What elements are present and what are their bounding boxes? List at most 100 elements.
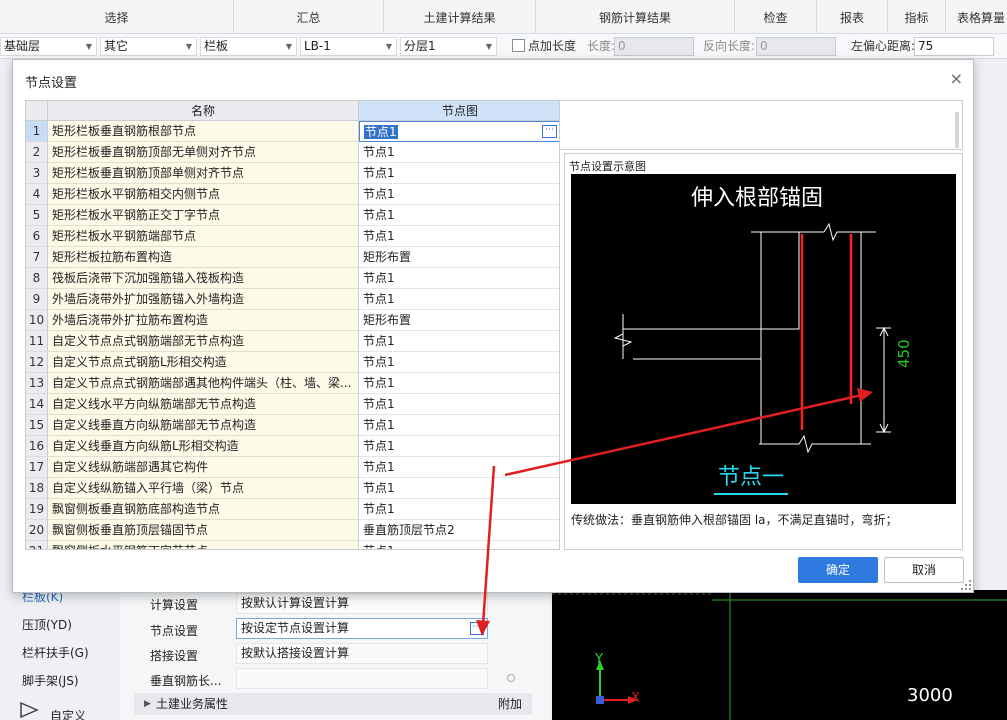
row-node-value[interactable]: 节点1 (359, 436, 559, 457)
prop-value-node[interactable]: 按设定节点设置计算 ⋯ (236, 618, 488, 639)
cancel-button[interactable]: 取消 (884, 557, 964, 583)
component-dropdown[interactable]: LB-1 ▼ (300, 37, 397, 56)
table-row[interactable]: 1 矩形栏板垂直钢筋根部节点 节点1 ⋯ (26, 121, 559, 142)
drawing-canvas[interactable]: Y X 3000 (552, 590, 1007, 720)
row-name: 矩形栏板水平钢筋端部节点 (48, 226, 359, 247)
column-header-name[interactable]: 名称 (48, 101, 359, 121)
table-row[interactable]: 18 自定义线纵筋锚入平行墙（梁）节点 节点1 (26, 478, 559, 499)
prop-label-calc: 计算设置 (150, 598, 199, 612)
row-node-value[interactable]: 节点1 (359, 289, 559, 310)
table-row[interactable]: 9 外墙后浇带外扩加强筋锚入外墙构造 节点1 (26, 289, 559, 310)
radio-dot-icon[interactable] (507, 674, 515, 682)
row-node-value[interactable]: 节点1 (359, 163, 559, 184)
component-type-dropdown[interactable]: 栏板 ▼ (200, 37, 297, 56)
table-row[interactable]: 10 外墙后浇带外扩拉筋布置构造 矩形布置 (26, 310, 559, 331)
row-node-value[interactable]: 节点1 (359, 457, 559, 478)
row-number: 20 (26, 520, 48, 541)
row-number: 6 (26, 226, 48, 247)
row-node-value[interactable]: 节点1 (359, 394, 559, 415)
ribbon-group-rebar-results[interactable]: 钢筋计算结果 (536, 0, 735, 34)
ok-button[interactable]: 确定 (798, 557, 878, 583)
table-row[interactable]: 11 自定义节点点式钢筋端部无节点构造 节点1 (26, 331, 559, 352)
ribbon: 选择 汇总 土建计算结果 钢筋计算结果 检查 报表 指标 表格算量 (0, 0, 1007, 34)
length-input[interactable]: 0 (614, 37, 694, 56)
row-node-value[interactable]: 节点1 (359, 331, 559, 352)
chevron-down-icon: ▼ (85, 42, 92, 51)
row-number: 1 (26, 121, 48, 142)
row-node-value: 节点1 (364, 125, 398, 139)
ribbon-group-check[interactable]: 检查 (735, 0, 817, 34)
row-node-value[interactable]: 垂直筋顶层节点2 (359, 520, 559, 541)
preview-label: 节点设置示意图 (569, 160, 646, 173)
table-row[interactable]: 16 自定义线垂直方向纵筋L形相交构造 节点1 (26, 436, 559, 457)
nav-item-railing[interactable]: 栏杆扶手(G) (22, 644, 89, 661)
more-icon[interactable]: ⋯ (542, 125, 557, 138)
table-row[interactable]: 15 自定义线垂直方向纵筋端部无节点构造 节点1 (26, 415, 559, 436)
reverse-length-input[interactable]: 0 (756, 37, 836, 56)
scrollbar[interactable] (955, 112, 959, 148)
ribbon-group-select[interactable]: 选择 (0, 0, 234, 34)
component-type-value: 栏板 (204, 39, 229, 53)
row-node-value[interactable]: 节点1 (359, 205, 559, 226)
table-row[interactable]: 14 自定义线水平方向纵筋端部无节点构造 节点1 (26, 394, 559, 415)
prop-value-lap[interactable]: 按默认搭接设置计算 (236, 643, 488, 664)
ribbon-group-civil-results[interactable]: 土建计算结果 (384, 0, 536, 34)
row-node-editor[interactable]: 节点1 ⋯ (359, 121, 559, 142)
ribbon-group-table-calc[interactable]: 表格算量 (946, 0, 1007, 34)
axis-x-label: X (631, 691, 640, 706)
nav-item-scaffold[interactable]: 脚手架(JS) (22, 672, 79, 689)
table-row[interactable]: 3 矩形栏板垂直钢筋顶部单侧对齐节点 节点1 (26, 163, 559, 184)
row-node-value[interactable]: 节点1 (359, 373, 559, 394)
category-dropdown[interactable]: 其它 ▼ (100, 37, 197, 56)
row-node-value[interactable]: 节点1 (359, 541, 559, 549)
table-row[interactable]: 6 矩形栏板水平钢筋端部节点 节点1 (26, 226, 559, 247)
diagram-caption: 节点一 (714, 459, 789, 495)
axis-y-label: Y (595, 652, 603, 667)
ribbon-group-summary[interactable]: 汇总 (234, 0, 384, 34)
more-icon[interactable]: ⋯ (470, 622, 484, 635)
column-header-node[interactable]: 节点图 (359, 101, 559, 121)
row-number: 3 (26, 163, 48, 184)
section-civil-properties[interactable]: ▶ 土建业务属性 附加 (134, 693, 532, 715)
row-node-value[interactable]: 节点1 (359, 142, 559, 163)
row-node-value[interactable]: 节点1 (359, 184, 559, 205)
offset-input[interactable]: 75 (914, 37, 994, 56)
table-row[interactable]: 19 飘窗侧板垂直钢筋底部构造节点 节点1 (26, 499, 559, 520)
row-name: 自定义线纵筋端部遇其它构件 (48, 457, 359, 478)
prop-value-vertical-length[interactable] (236, 668, 488, 689)
row-node-value[interactable]: 节点1 (359, 352, 559, 373)
add-length-checkbox[interactable] (512, 39, 525, 52)
table-row[interactable]: 20 飘窗侧板垂直筋顶层锚固节点 垂直筋顶层节点2 (26, 520, 559, 541)
table-row[interactable]: 5 矩形栏板水平钢筋正交丁字节点 节点1 (26, 205, 559, 226)
row-node-value[interactable]: 节点1 (359, 415, 559, 436)
layer-dropdown[interactable]: 分层1 ▼ (400, 37, 497, 56)
nav-item-coping[interactable]: 压顶(YD) (22, 616, 72, 633)
table-row[interactable]: 8 筏板后浇带下沉加强筋锚入筏板构造 节点1 (26, 268, 559, 289)
row-number: 17 (26, 457, 48, 478)
row-node-value[interactable]: 节点1 (359, 268, 559, 289)
table-row[interactable]: 21飘窗侧板水平钢筋丁字节节点节点1 (26, 541, 559, 549)
nav-item-custom[interactable]: 自定义 (50, 707, 86, 720)
row-number: 21 (26, 541, 48, 549)
table-row[interactable]: 7 矩形栏板拉筋布置构造 矩形布置 (26, 247, 559, 268)
table-row[interactable]: 17 自定义线纵筋端部遇其它构件 节点1 (26, 457, 559, 478)
table-row[interactable]: 13 自定义节点点式钢筋端部遇其他构件端头（柱、墙、梁... 节点1 (26, 373, 559, 394)
row-number: 9 (26, 289, 48, 310)
floor-dropdown[interactable]: 基础层 ▼ (0, 37, 97, 56)
layer-value: 分层1 (404, 39, 436, 53)
row-node-value[interactable]: 矩形布置 (359, 247, 559, 268)
table-row[interactable]: 12 自定义节点点式钢筋L形相交构造 节点1 (26, 352, 559, 373)
section-title: 土建业务属性 (156, 697, 229, 711)
table-row[interactable]: 2 矩形栏板垂直钢筋顶部无单侧对齐节点 节点1 (26, 142, 559, 163)
close-icon[interactable]: × (950, 69, 963, 88)
row-number: 19 (26, 499, 48, 520)
row-node-value[interactable]: 节点1 (359, 226, 559, 247)
table-row[interactable]: 4 矩形栏板水平钢筋相交内侧节点 节点1 (26, 184, 559, 205)
row-node-value[interactable]: 节点1 (359, 478, 559, 499)
ribbon-group-index[interactable]: 指标 (888, 0, 946, 34)
row-node-value[interactable]: 节点1 (359, 499, 559, 520)
ribbon-group-report[interactable]: 报表 (817, 0, 888, 34)
row-number: 14 (26, 394, 48, 415)
row-node-value[interactable]: 矩形布置 (359, 310, 559, 331)
prop-value-calc[interactable]: 按默认计算设置计算 (236, 593, 488, 614)
